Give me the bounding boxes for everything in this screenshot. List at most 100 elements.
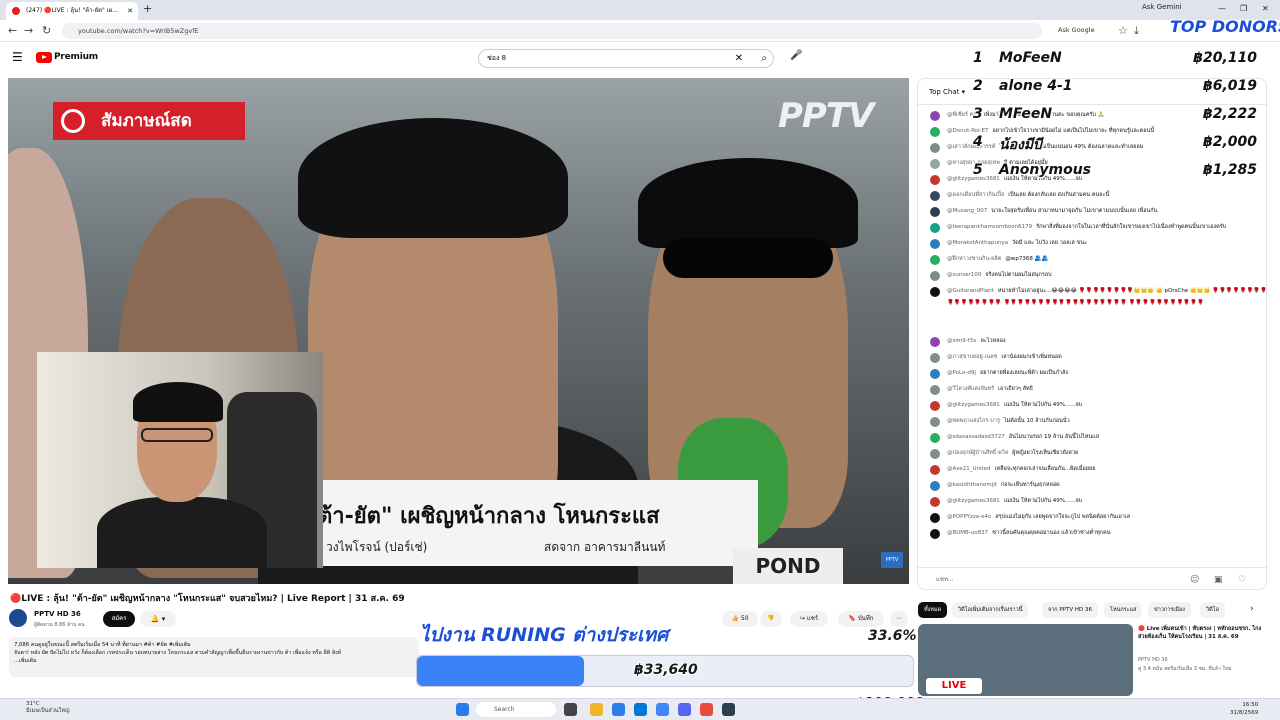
voice-search-icon[interactable]: 🎤 <box>790 50 802 61</box>
chat-avatar[interactable] <box>930 464 940 475</box>
minimize-icon[interactable]: — <box>1218 4 1226 13</box>
chat-message[interactable]: @ดอกเดือนที่สาวกินเปิ้ล เป็นเลย ต้องกลับเ… <box>918 187 1266 203</box>
chat-author[interactable]: @glitzygames3681 <box>947 402 1000 408</box>
chat-author[interactable]: @ทดพฤาแสงไกร-บารู <box>947 418 1000 424</box>
chat-author[interactable]: @ฝึกหาวงชานกิน-ผลิต <box>947 256 1001 262</box>
search-icon[interactable]: ⌕ <box>761 50 767 67</box>
save-button[interactable]: 🔖 บันทึก <box>838 611 884 627</box>
chat-author[interactable]: @sim9-f3x <box>947 338 976 344</box>
chat-avatar[interactable] <box>930 270 940 281</box>
browser-tab[interactable]: (247) 🔴LIVE : ลุ้น! "ต้า-ยัต" เผ... ✕ <box>6 2 138 20</box>
share-button[interactable]: ↪ แชร์ <box>790 611 828 627</box>
chat-avatar[interactable] <box>930 254 940 265</box>
store-icon[interactable] <box>634 703 647 716</box>
ask-gemini-button[interactable]: Ask Gemini <box>1142 3 1182 11</box>
taskbar-search[interactable]: Search <box>476 702 556 717</box>
channel-name[interactable]: PPTV HD 36 <box>34 610 81 618</box>
youtube-logo-icon[interactable] <box>36 52 52 63</box>
maximize-icon[interactable]: ❐ <box>1240 4 1247 13</box>
chat-avatar[interactable] <box>930 384 940 395</box>
edge-icon[interactable] <box>612 703 625 716</box>
more-actions-icon[interactable]: ⋯ <box>890 611 908 627</box>
menu-icon[interactable]: ☰ <box>12 50 23 64</box>
chat-mode-dropdown[interactable]: Top Chat ▾ <box>929 88 965 96</box>
chat-avatar[interactable] <box>930 432 940 443</box>
chat-author[interactable]: @sdasassadasd3727 <box>947 434 1005 440</box>
chat-author[interactable]: @POPPYzza-e4o <box>947 514 991 520</box>
chat-author[interactable]: @teerapankhamsomboon6179 <box>947 224 1032 230</box>
forward-icon[interactable]: → <box>24 24 33 37</box>
recommended-thumbnail[interactable]: LIVE <box>918 624 1133 696</box>
chat-avatar[interactable] <box>930 512 940 523</box>
chrome-icon[interactable] <box>656 703 669 716</box>
chat-avatar[interactable] <box>930 190 940 201</box>
start-icon[interactable] <box>456 703 469 716</box>
chat-avatar[interactable] <box>930 222 940 233</box>
chip-0[interactable]: ทั้งหมด <box>918 602 948 618</box>
chat-avatar[interactable] <box>930 286 940 297</box>
chat-avatar[interactable] <box>930 528 940 539</box>
download-icon[interactable]: ⤓ <box>1134 24 1139 38</box>
chat-avatar[interactable] <box>930 206 940 217</box>
chip-3[interactable]: โหนกระแส <box>1104 602 1143 618</box>
chat-author[interactable]: @ภาสุขาบยอยู่-เนลช <box>947 354 997 360</box>
chat-author[interactable]: @Axe21_United <box>947 466 991 472</box>
chat-author[interactable]: @sunser100 <box>947 272 981 278</box>
heart-icon[interactable]: ♡ <box>1238 568 1246 589</box>
obs-icon[interactable] <box>722 703 735 716</box>
system-clock[interactable]: 16:50 31/8/2569 <box>1230 701 1258 717</box>
chip-4[interactable]: ข่าวการเมือง <box>1148 602 1191 618</box>
description-box[interactable]: 7,086 คนดูอยู่ในขณะนี้ สตรีมเริ่มเมื่อ 5… <box>9 637 419 677</box>
chip-5[interactable]: วิดีโอ <box>1200 602 1225 618</box>
chat-message[interactable]: @BUMB-uo837 ชาวนี้ลนคันคุณคุยคอม่านอง แล้… <box>918 525 1266 541</box>
chat-avatar[interactable] <box>930 174 940 185</box>
ask-google-button[interactable]: Ask Google <box>1058 26 1095 34</box>
like-button[interactable]: 👍 50 <box>722 611 758 627</box>
chat-avatar[interactable] <box>930 126 940 137</box>
chip-1[interactable]: วิดีโอเพิ่มเติมจากเรื่องราวนี้ <box>952 602 1029 618</box>
task-view-icon[interactable] <box>564 703 577 716</box>
recommended-title[interactable]: 🔴 Live เพิ่มคนเข้า | ทับตรงง | ทหักถอนชร… <box>1138 625 1264 641</box>
chat-author[interactable]: @glitzygames3681 <box>947 498 1000 504</box>
close-window-icon[interactable]: ✕ <box>1262 4 1269 13</box>
chat-message[interactable]: @วิไลวงศ์แสงจันทร์ เอาเถียวๆ ลัทธิ <box>918 381 1266 397</box>
chat-avatar[interactable] <box>930 238 940 249</box>
chat-avatar[interactable] <box>930 448 940 459</box>
chat-avatar[interactable] <box>930 352 940 363</box>
chat-message[interactable]: @ปองฤกษ์ผู้บ้านสิทธิ์-พวิล ผู้หญิงยวโรงเห… <box>918 445 1266 461</box>
bookmark-star-icon[interactable]: ☆ <box>1118 24 1128 37</box>
chat-avatar[interactable] <box>930 336 940 347</box>
chat-avatar[interactable] <box>930 142 940 153</box>
url-field[interactable]: youtube.com/watch?v=WrIB5wZgvfE <box>62 23 1042 39</box>
chat-avatar[interactable] <box>930 400 940 411</box>
subscribe-button[interactable]: สมัคร <box>103 611 135 627</box>
chat-avatar[interactable] <box>930 110 940 121</box>
close-tab-icon[interactable]: ✕ <box>127 2 133 20</box>
chat-message[interactable]: @Musang_007 นาจะใจสุดรับเพื่อน สามาทนามาจ… <box>918 203 1266 219</box>
chat-message[interactable]: @Axe21_United เหลือจะทุกคอกเล่าจนเลื่อนกั… <box>918 461 1266 477</box>
description-more-link[interactable]: ...เพิ่มเติม <box>14 657 414 665</box>
app-icon[interactable] <box>700 703 713 716</box>
clear-search-icon[interactable]: ✕ <box>735 50 743 67</box>
chat-message[interactable]: @sunser100 จริงคนไปตามผมไม่สนุกรอบ <box>918 267 1266 283</box>
chat-message[interactable]: @sim9-f3x ละไวหลอง <box>918 333 1266 349</box>
chat-author[interactable]: @ดอกเดือนที่สาวกินเปิ้ล <box>947 192 1004 198</box>
chat-author[interactable]: @MorakotAnthapunya <box>947 240 1008 246</box>
chat-author[interactable]: @GuitarandPlant <box>947 288 994 294</box>
chat-avatar[interactable] <box>930 416 940 427</box>
chat-avatar[interactable] <box>930 496 940 507</box>
reload-icon[interactable]: ↻ <box>42 24 51 37</box>
chat-message[interactable]: @POPPYzza-e4o สรุปแม่งไม่ยุกับ เลยพูดจากใ… <box>918 509 1266 525</box>
chat-message[interactable]: @kasiditthanomjit ก่อจะเห็นทาร์นุงฤกหลอด <box>918 477 1266 493</box>
super-chat-icon[interactable]: ▣ <box>1214 568 1223 589</box>
chips-next-icon[interactable]: › <box>1250 604 1254 614</box>
chat-author[interactable]: @ปองฤกษ์ผู้บ้านสิทธิ์-พวิล <box>947 450 1008 456</box>
chat-message[interactable]: @MorakotAnthapunya วัดมี และ ไปวัง เลย วอ… <box>918 235 1266 251</box>
chat-message[interactable]: @glitzygames3681 แม่เงิน ให้ตามไปกัน 49%.… <box>918 397 1266 413</box>
search-input[interactable]: ช่อง 8 ✕ ⌕ <box>478 49 774 68</box>
chat-message[interactable]: @glitzygames3681 แม่เงิน ให้ตามไปกัน 49%.… <box>918 493 1266 509</box>
chat-message[interactable]: @ภาสุขาบยอยู่-เนลช เลาน้องผมกเข้าเพิ่มหนอ… <box>918 349 1266 365</box>
chat-author[interactable]: @Musang_007 <box>947 208 987 214</box>
chat-input[interactable]: แชท... ☺ ▣ ♡ <box>918 567 1266 589</box>
chat-author[interactable]: @BUMB-uo837 <box>947 530 988 536</box>
